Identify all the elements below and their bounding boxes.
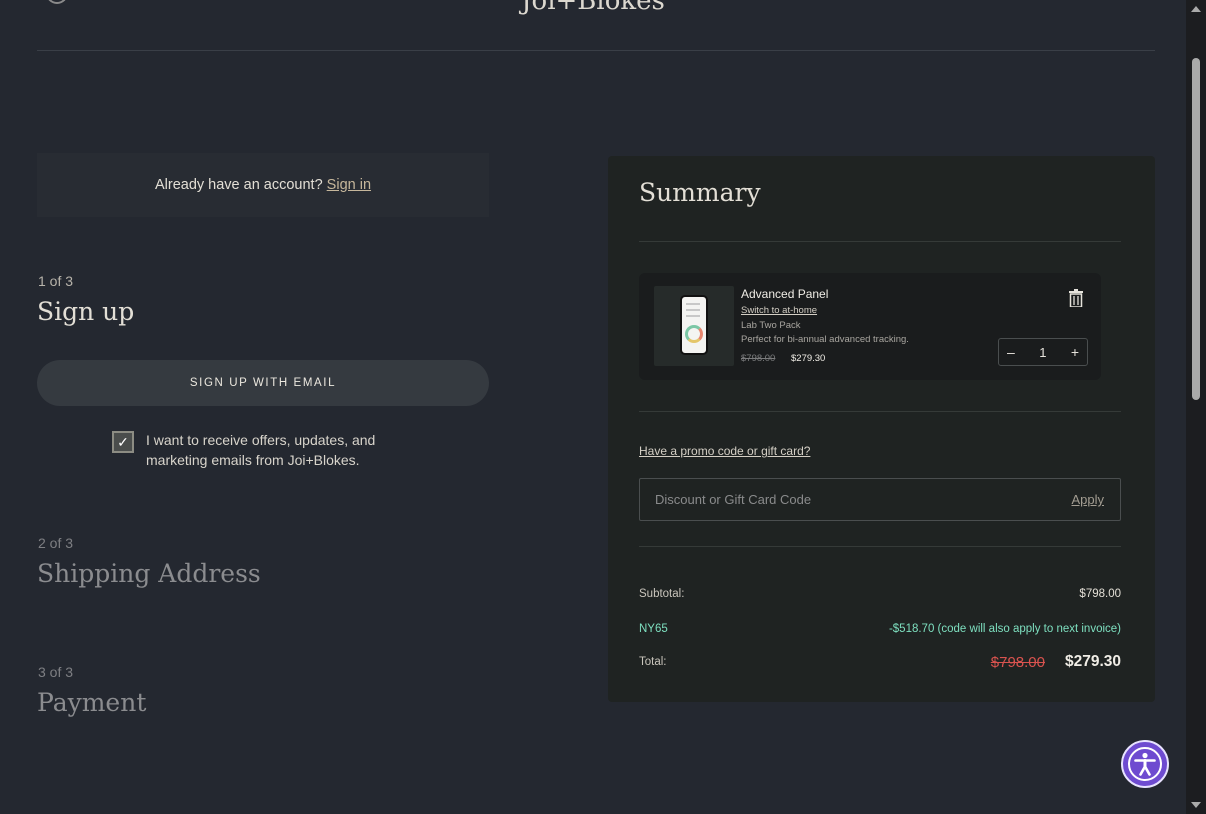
accessibility-button[interactable] (1121, 740, 1169, 788)
scroll-up-arrow-icon[interactable] (1191, 6, 1201, 12)
product-image (654, 286, 734, 366)
apply-promo-button[interactable]: Apply (1071, 492, 1104, 507)
step-1-title: Sign up (37, 297, 135, 326)
header-divider (37, 50, 1155, 51)
discount-code-label: NY65 (639, 623, 668, 635)
quantity-decrease-button[interactable]: – (1007, 344, 1015, 360)
step-2-count: 2 of 3 (38, 535, 74, 551)
scroll-thumb[interactable] (1192, 58, 1200, 400)
summary-divider (639, 241, 1121, 242)
sign-up-with-email-button[interactable]: SIGN UP WITH EMAIL (37, 360, 489, 406)
page-scrollbar[interactable] (1186, 0, 1206, 814)
promo-code-link[interactable]: Have a promo code or gift card? (639, 444, 810, 458)
marketing-optin-label: I want to receive offers, updates, and m… (146, 432, 376, 468)
step-3-title: Payment (37, 688, 147, 717)
marketing-optin-checkbox[interactable]: ✓ (112, 431, 134, 453)
item-divider (639, 411, 1121, 412)
step-2-title: Shipping Address (37, 559, 261, 588)
subtotal-value: $798.00 (1079, 588, 1121, 600)
promo-code-field: Apply (639, 478, 1121, 521)
item-price: $279.30 (791, 353, 826, 364)
item-description: Perfect for bi-annual advanced tracking. (741, 334, 909, 345)
scroll-down-arrow-icon[interactable] (1191, 802, 1201, 808)
discount-value: -$518.70 (code will also apply to next i… (888, 623, 1121, 635)
step-3-count: 3 of 3 (38, 664, 74, 680)
subtotal-label: Subtotal: (639, 588, 685, 600)
cart-item: Advanced Panel Switch to at-home Lab Two… (639, 273, 1101, 380)
step-1-count: 1 of 3 (38, 273, 74, 289)
quantity-value: 1 (1039, 344, 1047, 360)
sign-in-prompt: Already have an account? (154, 177, 323, 193)
accessibility-icon (1128, 747, 1162, 781)
quantity-stepper: – 1 + (998, 338, 1088, 366)
trash-icon[interactable] (1069, 289, 1083, 307)
sign-in-link[interactable]: Sign in (327, 177, 371, 193)
order-summary-panel: Summary Advanced Panel Switch to at-home… (608, 156, 1155, 702)
item-original-price: $798.00 (741, 353, 776, 364)
item-variant: Lab Two Pack (741, 320, 801, 331)
promo-code-input[interactable] (655, 479, 1035, 520)
item-name: Advanced Panel (741, 287, 829, 301)
total-price: $279.30 (1064, 653, 1121, 670)
total-original-price: $798.00 (990, 654, 1045, 671)
brand-logo-text: Joi+Blokes (521, 0, 665, 16)
summary-title: Summary (639, 178, 761, 207)
switch-to-at-home-link[interactable]: Switch to at-home (741, 305, 817, 316)
total-label: Total: (639, 656, 667, 668)
quantity-increase-button[interactable]: + (1071, 344, 1079, 360)
phone-image-icon (680, 295, 708, 355)
promo-divider (639, 546, 1121, 547)
sign-in-banner: Already have an account? Sign in (37, 153, 489, 217)
marketing-optin: ✓ I want to receive offers, updates, and… (112, 430, 392, 470)
